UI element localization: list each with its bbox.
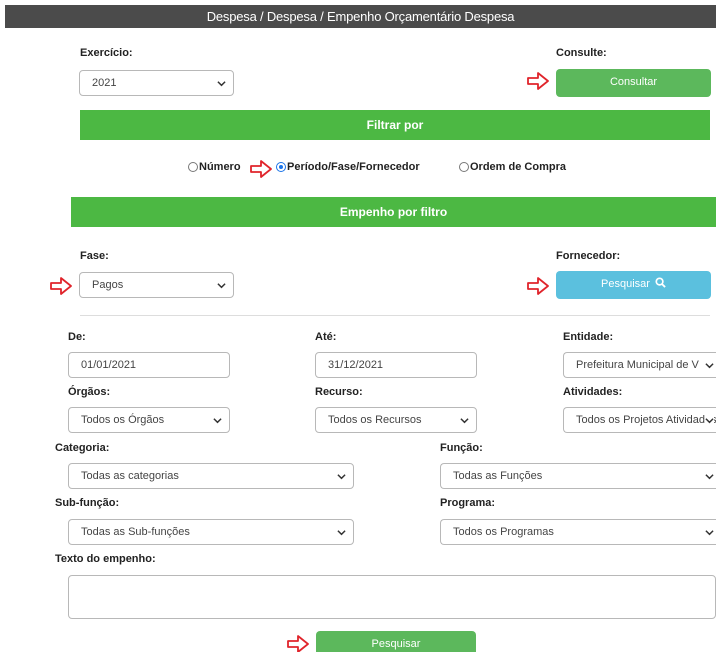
entidade-label: Entidade:	[563, 331, 614, 343]
subfuncao-select-value: Todas as Sub-funções	[81, 526, 190, 538]
right-arrow-icon	[250, 160, 272, 178]
recurso-label: Recurso:	[315, 386, 363, 398]
fornecedor-label: Fornecedor:	[556, 250, 621, 262]
right-arrow-icon	[287, 635, 309, 652]
chevron-down-icon	[705, 530, 714, 536]
fase-select[interactable]: Pagos	[79, 272, 234, 298]
chevron-down-icon	[337, 474, 346, 480]
consultar-button[interactable]: Consultar	[556, 69, 711, 97]
radio-numero[interactable]: Número	[188, 161, 241, 173]
chevron-down-icon	[705, 363, 714, 369]
ate-date-input[interactable]: 31/12/2021	[315, 352, 477, 378]
radio-periodo-label: Período/Fase/Fornecedor	[287, 161, 420, 173]
ate-label: Até:	[315, 331, 337, 343]
radio-periodo[interactable]: Período/Fase/Fornecedor	[276, 161, 420, 173]
categoria-label: Categoria:	[55, 442, 110, 454]
recurso-select-value: Todos os Recursos	[328, 414, 422, 426]
fase-select-value: Pagos	[92, 279, 124, 291]
pesquisar-fornecedor-label: Pesquisar	[601, 278, 650, 290]
chevron-down-icon	[460, 418, 469, 424]
categoria-select[interactable]: Todas as categorias	[68, 463, 354, 489]
filter-radio-group: Número Período/Fase/Fornecedor Ordem de …	[0, 160, 716, 178]
subfuncao-label: Sub-função:	[55, 497, 120, 509]
texto-empenho-label: Texto do empenho:	[55, 553, 156, 565]
recurso-select[interactable]: Todos os Recursos	[315, 407, 477, 433]
filtrar-por-bar: Filtrar por	[80, 110, 710, 140]
radio-ordem-label: Ordem de Compra	[470, 161, 566, 173]
pesquisar-fornecedor-button[interactable]: Pesquisar	[556, 271, 711, 299]
chevron-down-icon	[705, 416, 714, 425]
atividades-label: Atividades:	[563, 386, 623, 398]
categoria-select-value: Todas as categorias	[81, 470, 179, 482]
chevron-down-icon	[213, 418, 222, 424]
exercicio-select[interactable]: 2021	[79, 70, 234, 96]
orgaos-select-value: Todos os Órgãos	[81, 414, 165, 426]
atividades-select[interactable]: Todos os Projetos Atividades	[563, 407, 716, 433]
orgaos-label: Órgãos:	[68, 386, 111, 398]
orgaos-select[interactable]: Todos os Órgãos	[68, 407, 230, 433]
radio-button[interactable]	[188, 162, 198, 172]
programa-select[interactable]: Todos os Programas	[440, 519, 716, 545]
funcao-select-value: Todas as Funções	[453, 470, 543, 482]
programa-label: Programa:	[440, 497, 496, 509]
pesquisar-button[interactable]: Pesquisar	[316, 631, 476, 652]
entidade-select[interactable]: Prefeitura Municipal de V	[563, 352, 716, 378]
exercicio-select-value: 2021	[92, 77, 117, 89]
empenho-por-filtro-bar: Empenho por filtro	[71, 197, 716, 227]
programa-select-value: Todos os Programas	[453, 526, 554, 538]
chevron-down-icon	[705, 474, 714, 480]
funcao-select[interactable]: Todas as Funções	[440, 463, 716, 489]
entidade-select-value: Prefeitura Municipal de V	[576, 359, 699, 371]
right-arrow-icon	[527, 277, 549, 295]
radio-button-checked[interactable]	[276, 162, 286, 172]
chevron-down-icon	[217, 81, 226, 87]
de-label: De:	[68, 331, 86, 343]
fase-label: Fase:	[80, 250, 109, 262]
search-icon	[655, 277, 666, 288]
atividades-select-value: Todos os Projetos Atividades	[576, 414, 716, 426]
right-arrow-icon	[50, 277, 72, 295]
divider	[80, 315, 710, 316]
radio-ordem[interactable]: Ordem de Compra	[459, 161, 566, 173]
right-arrow-icon	[527, 72, 549, 90]
radio-numero-label: Número	[199, 161, 241, 173]
page-title: Despesa / Despesa / Empenho Orçamentário…	[5, 5, 716, 28]
texto-empenho-textarea[interactable]	[68, 575, 716, 619]
exercicio-label: Exercício:	[80, 47, 133, 59]
consulte-label: Consulte:	[556, 47, 607, 59]
funcao-label: Função:	[440, 442, 483, 454]
chevron-down-icon	[217, 283, 226, 289]
subfuncao-select[interactable]: Todas as Sub-funções	[68, 519, 354, 545]
chevron-down-icon	[337, 530, 346, 536]
radio-button[interactable]	[459, 162, 469, 172]
de-date-input[interactable]: 01/01/2021	[68, 352, 230, 378]
